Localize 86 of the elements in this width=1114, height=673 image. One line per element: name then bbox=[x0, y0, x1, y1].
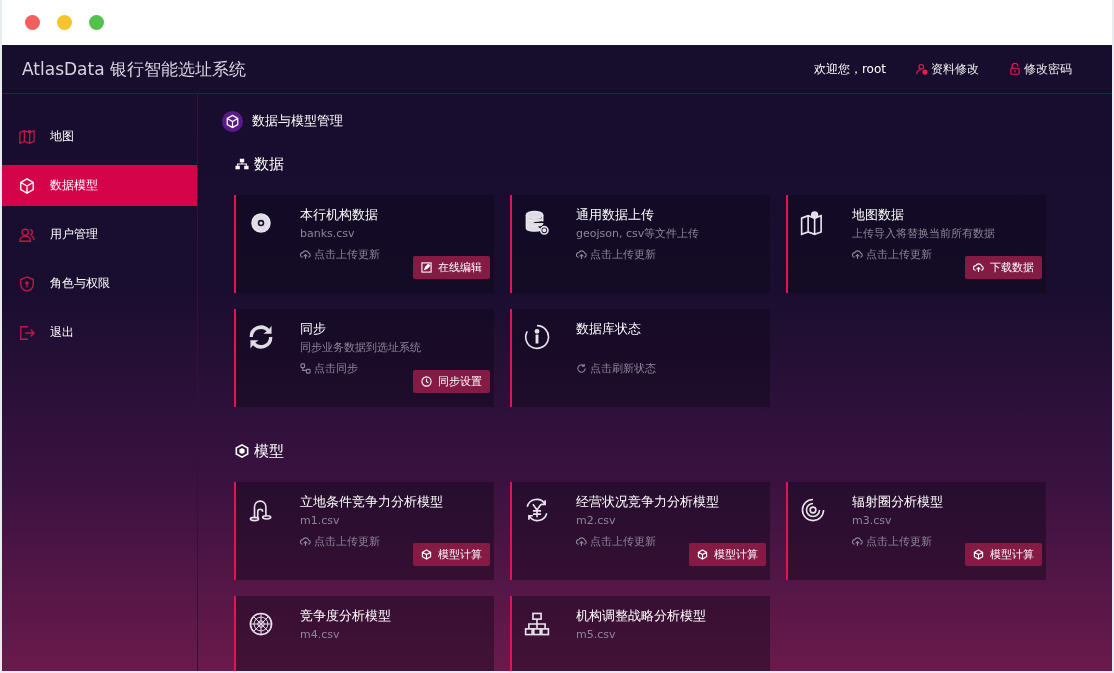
cloud-upload-icon bbox=[300, 536, 311, 547]
sidebar-item-label: 角色与权限 bbox=[50, 275, 110, 292]
target-icon bbox=[800, 497, 826, 523]
app-title: AtlasData 银行智能选址系统 bbox=[22, 57, 247, 81]
info-icon bbox=[524, 324, 550, 350]
header-link[interactable]: 修改密码 bbox=[1009, 60, 1072, 78]
card-action-link[interactable]: 点击上传更新 bbox=[576, 247, 656, 279]
sidebar-item-label: 退出 bbox=[50, 324, 74, 341]
lamp-icon bbox=[248, 497, 274, 523]
section-title: 数据 bbox=[254, 154, 284, 174]
card-title: 数据库状态 bbox=[576, 321, 642, 337]
card-subtitle: 同步业务数据到选址系统 bbox=[300, 341, 422, 355]
yen-icon bbox=[524, 497, 550, 523]
zoom-button[interactable] bbox=[89, 15, 104, 30]
card-action-link[interactable]: 点击上传更新 bbox=[852, 534, 932, 566]
sidebar-item[interactable]: 角色与权限 bbox=[2, 263, 197, 304]
header-link[interactable]: 资料修改 bbox=[916, 60, 979, 78]
edit-icon bbox=[421, 262, 432, 273]
card-subtitle: m3.csv bbox=[852, 514, 893, 528]
card-action-link[interactable]: 点击上传更新 bbox=[576, 534, 656, 566]
cloud-upload-icon bbox=[852, 536, 863, 547]
card-button[interactable]: 同步设置 bbox=[413, 370, 490, 393]
sidebar-item[interactable]: 用户管理 bbox=[2, 214, 197, 255]
clock-icon bbox=[421, 376, 432, 387]
card-action-link[interactable]: 点击刷新状态 bbox=[576, 361, 656, 393]
welcome-text: 欢迎您，root bbox=[813, 60, 886, 78]
cube-icon bbox=[973, 549, 984, 560]
card-subtitle: 上传导入将替换当前所有数据 bbox=[852, 227, 996, 241]
cloud-upload-icon bbox=[852, 249, 863, 260]
card-button[interactable]: 下载数据 bbox=[965, 256, 1042, 279]
card-title: 通用数据上传 bbox=[576, 207, 655, 223]
card-title: 本行机构数据 bbox=[300, 207, 379, 223]
cloud-upload-icon bbox=[576, 536, 587, 547]
spider-web-icon bbox=[248, 611, 274, 637]
card-title: 竞争度分析模型 bbox=[300, 608, 392, 624]
lock-icon bbox=[1009, 63, 1021, 75]
card-button[interactable]: 模型计算 bbox=[965, 543, 1042, 566]
cloud-upload-icon bbox=[973, 262, 984, 273]
card-title: 辐射圈分析模型 bbox=[852, 494, 944, 510]
sidebar-item[interactable]: 数据模型 bbox=[2, 165, 197, 206]
card-subtitle: geojson, csv等文件上传 bbox=[576, 227, 701, 241]
card-button[interactable]: 模型计算 bbox=[413, 543, 490, 566]
card-subtitle: m2.csv bbox=[576, 514, 617, 528]
card-title: 经营状况竞争力分析模型 bbox=[576, 494, 720, 510]
card-title: 立地条件竞争力分析模型 bbox=[300, 494, 444, 510]
sitemap-icon bbox=[235, 157, 249, 171]
sidebar-item[interactable]: 地图 bbox=[2, 116, 197, 157]
hierarchy-icon bbox=[524, 611, 550, 637]
users-icon bbox=[19, 226, 35, 243]
card-button[interactable]: 在线编辑 bbox=[413, 256, 490, 279]
card-action-link[interactable]: 点击上传更新 bbox=[300, 247, 380, 279]
cloud-upload-icon bbox=[300, 249, 311, 260]
card-title: 机构调整战略分析模型 bbox=[576, 608, 707, 624]
link-icon bbox=[300, 363, 311, 374]
map-icon bbox=[19, 128, 35, 145]
section-title: 模型 bbox=[254, 441, 284, 461]
sidebar-item-label: 数据模型 bbox=[50, 177, 98, 194]
hexagon-icon bbox=[235, 444, 249, 458]
database-gear-icon bbox=[524, 210, 550, 236]
disc-icon bbox=[248, 210, 274, 236]
shield-icon bbox=[19, 275, 35, 292]
cloud-upload-icon bbox=[576, 249, 587, 260]
sidebar-item[interactable]: 退出 bbox=[2, 312, 197, 353]
card-action-link[interactable]: 点击上传更新 bbox=[852, 247, 932, 279]
cube-icon bbox=[222, 110, 243, 132]
sync-arrows-icon bbox=[248, 324, 274, 350]
card-subtitle: m1.csv bbox=[300, 514, 341, 528]
card-subtitle: m4.csv bbox=[300, 628, 341, 642]
sidebar-item-label: 地图 bbox=[50, 128, 74, 145]
cube-icon bbox=[421, 549, 432, 560]
refresh-icon bbox=[576, 363, 587, 374]
minimize-button[interactable] bbox=[57, 15, 72, 30]
cube-icon bbox=[19, 177, 35, 194]
cube-icon bbox=[697, 549, 708, 560]
card-subtitle: banks.csv bbox=[300, 227, 356, 241]
sidebar-item-label: 用户管理 bbox=[50, 226, 98, 243]
user-edit-icon bbox=[916, 63, 928, 75]
card-button[interactable]: 模型计算 bbox=[689, 543, 766, 566]
card-title: 地图数据 bbox=[852, 207, 905, 223]
card-subtitle: m5.csv bbox=[576, 628, 617, 642]
close-button[interactable] bbox=[25, 15, 40, 30]
page-title: 数据与模型管理 bbox=[252, 112, 343, 130]
card-title: 同步 bbox=[300, 321, 327, 337]
card-action-link[interactable]: 点击同步 bbox=[300, 361, 358, 393]
card-action-link[interactable]: 点击上传更新 bbox=[300, 534, 380, 566]
exit-icon bbox=[19, 324, 35, 341]
